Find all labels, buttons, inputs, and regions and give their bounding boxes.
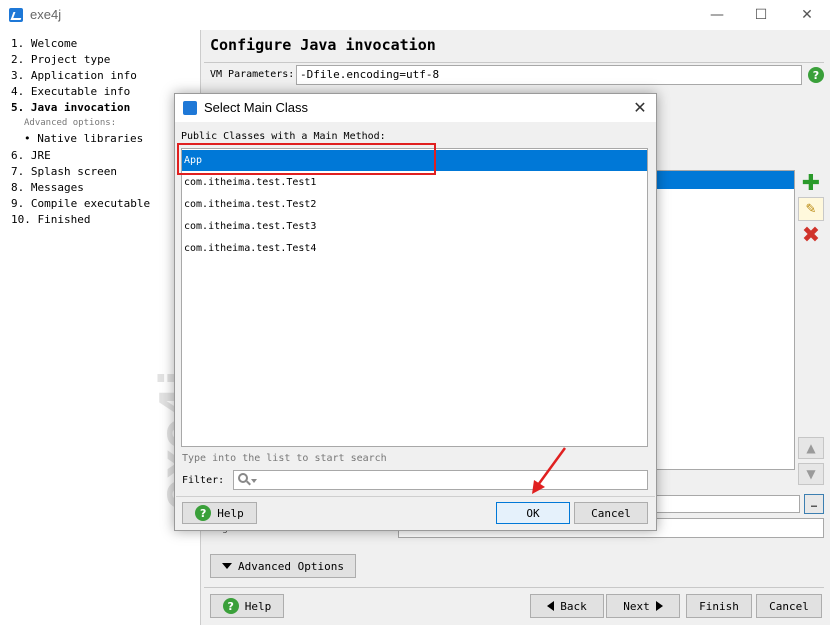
window-title: exe4j <box>30 7 62 22</box>
back-arrow-icon <box>547 601 555 611</box>
title-divider <box>204 62 824 63</box>
list-item[interactable]: com.itheima.test.Test2 <box>182 194 647 215</box>
step-welcome[interactable]: 1. Welcome <box>11 37 77 50</box>
step-jre[interactable]: 6. JRE <box>11 149 51 162</box>
help-button[interactable]: ? Help <box>210 594 284 618</box>
add-icon[interactable]: ✚ <box>798 171 824 196</box>
down-arrow-icon[interactable]: ▼ <box>798 463 824 485</box>
up-arrow-icon[interactable]: ▲ <box>798 437 824 459</box>
dialog-help-button[interactable]: ? Help <box>182 502 257 524</box>
classpath-list[interactable] <box>655 170 795 470</box>
ok-button[interactable]: OK <box>496 502 570 524</box>
vm-parameters-label: VM Parameters: <box>210 69 295 80</box>
chevron-down-icon <box>222 563 233 569</box>
step-messages[interactable]: 8. Messages <box>11 181 84 194</box>
minimize-button[interactable]: — <box>694 0 740 30</box>
maximize-button[interactable]: ☐ <box>738 0 784 30</box>
step-native-libraries[interactable]: • Native libraries <box>24 132 143 145</box>
step-executable-info[interactable]: 4. Executable info <box>11 85 130 98</box>
dialog-divider <box>176 496 655 497</box>
main-class-input[interactable] <box>655 495 800 513</box>
app-icon <box>9 8 23 22</box>
step-finished[interactable]: 10. Finished <box>11 213 90 226</box>
dialog-cancel-button[interactable]: Cancel <box>574 502 648 524</box>
finish-button[interactable]: Finish <box>686 594 752 618</box>
remove-icon[interactable]: ✖ <box>798 223 824 248</box>
close-icon[interactable]: ✕ <box>628 96 652 118</box>
step-splash-screen[interactable]: 7. Splash screen <box>11 165 117 178</box>
step-application-info[interactable]: 3. Application info <box>11 69 137 82</box>
classpath-selected-row[interactable] <box>656 171 794 189</box>
advanced-options-header: Advanced options: <box>24 118 117 128</box>
dialog-title: Select Main Class <box>204 100 309 115</box>
step-java-invocation[interactable]: 5. Java invocation <box>11 101 130 114</box>
classes-caption: Public Classes with a Main Method: <box>181 131 386 142</box>
list-item[interactable]: com.itheima.test.Test4 <box>182 238 647 259</box>
step-project-type[interactable]: 2. Project type <box>11 53 110 66</box>
search-dropdown-caret[interactable] <box>251 479 257 483</box>
footer-divider <box>204 587 824 588</box>
cancel-button[interactable]: Cancel <box>756 594 822 618</box>
browse-main-class-button[interactable]: … <box>804 494 824 514</box>
page-title: Configure Java invocation <box>210 36 436 54</box>
help-icon[interactable]: ? <box>808 67 824 83</box>
highlight-box <box>177 143 436 175</box>
help-icon: ? <box>222 598 239 614</box>
filter-label: Filter: <box>182 475 225 486</box>
app-icon <box>183 101 197 115</box>
advanced-options-button[interactable]: Advanced Options <box>210 554 356 578</box>
close-window-button[interactable]: ✕ <box>784 0 830 30</box>
help-icon: ? <box>195 505 212 521</box>
steps-sidebar: 1. Welcome 2. Project type 3. Applicatio… <box>0 30 200 625</box>
filter-input[interactable] <box>233 470 648 490</box>
annotation-arrow <box>532 447 567 494</box>
list-item[interactable]: com.itheima.test.Test1 <box>182 172 647 193</box>
back-button[interactable]: Back <box>530 594 604 618</box>
list-item[interactable]: com.itheima.test.Test3 <box>182 216 647 237</box>
step-compile-executable[interactable]: 9. Compile executable <box>11 197 150 210</box>
next-arrow-icon <box>655 601 663 611</box>
search-hint: Type into the list to start search <box>182 453 387 464</box>
edit-icon[interactable]: ✎ <box>798 197 824 221</box>
vm-parameters-input[interactable]: -Dfile.encoding=utf-8 <box>296 65 802 85</box>
next-button[interactable]: Next <box>606 594 680 618</box>
